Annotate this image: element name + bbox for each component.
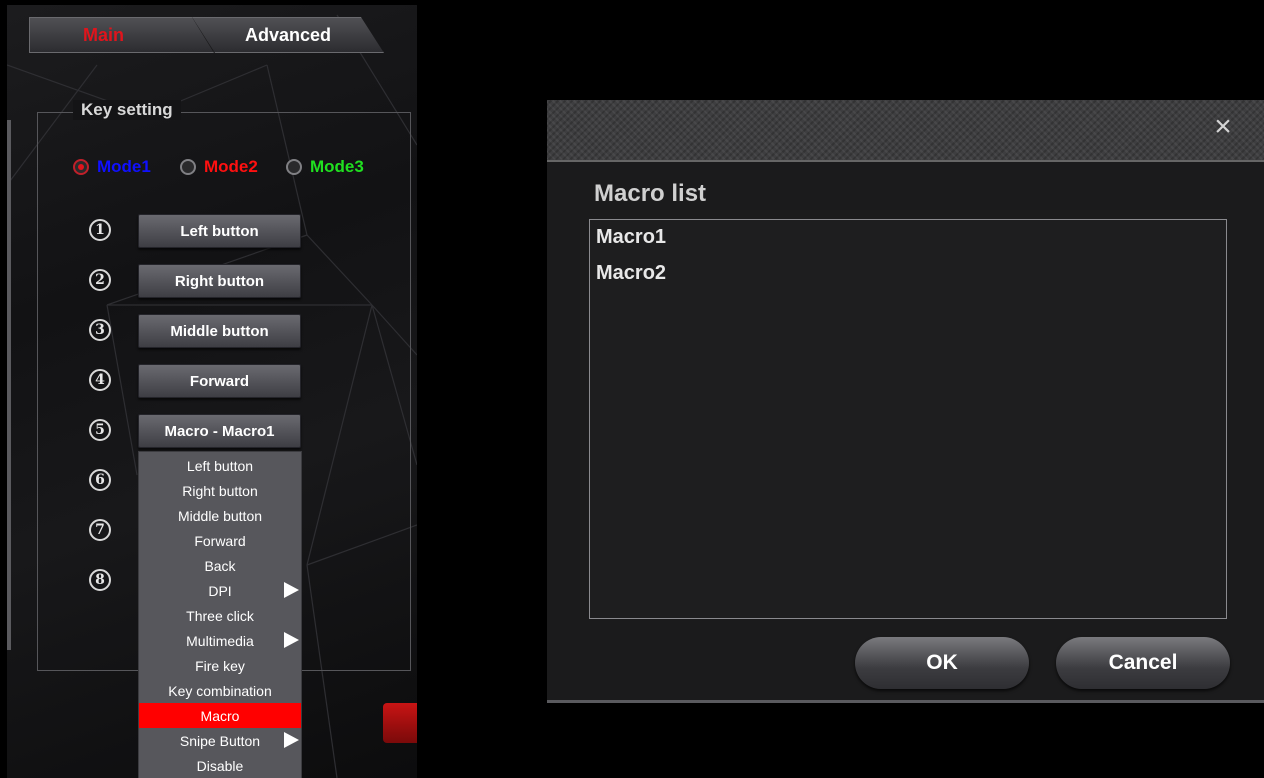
dropdown-item[interactable]: Middle button bbox=[139, 503, 301, 528]
apply-button[interactable] bbox=[383, 703, 417, 743]
tab-main-label: Main bbox=[82, 24, 124, 45]
settings-panel: Main Advanced Key setting Mode1 Mode2 Mo… bbox=[7, 5, 417, 778]
dropdown-item-snipe[interactable]: Snipe Button bbox=[139, 728, 301, 753]
key-button-1[interactable]: Left button bbox=[138, 214, 301, 248]
dropdown-item[interactable]: Forward bbox=[139, 528, 301, 553]
key-button-5[interactable]: Macro - Macro1 bbox=[138, 414, 301, 448]
mode3-radio[interactable]: Mode3 bbox=[286, 157, 364, 177]
radio-unchecked-icon bbox=[180, 159, 196, 175]
row-number-7: 7 bbox=[89, 519, 111, 541]
dropdown-item[interactable]: Three click bbox=[139, 603, 301, 628]
dropdown-item[interactable]: Fire key bbox=[139, 653, 301, 678]
macro-list-dialog: × Macro list Macro1 Macro2 OK Cancel bbox=[547, 100, 1264, 703]
radio-unchecked-icon bbox=[286, 159, 302, 175]
mode2-label: Mode2 bbox=[204, 157, 258, 176]
row-number-1: 1 bbox=[89, 219, 111, 241]
list-item[interactable]: Macro1 bbox=[596, 226, 666, 249]
dropdown-item-multimedia[interactable]: Multimedia bbox=[139, 628, 301, 653]
row-number-4: 4 bbox=[89, 369, 111, 391]
key-button-2[interactable]: Right button bbox=[138, 264, 301, 298]
key-button-3[interactable]: Middle button bbox=[138, 314, 301, 348]
ok-button[interactable]: OK bbox=[855, 637, 1029, 689]
mode1-radio[interactable]: Mode1 bbox=[73, 157, 151, 177]
row-number-3: 3 bbox=[89, 319, 111, 341]
dropdown-item-macro-selected[interactable]: Macro bbox=[139, 703, 301, 728]
dropdown-item-dpi[interactable]: DPI bbox=[139, 578, 301, 603]
panel-scrollbar[interactable] bbox=[7, 120, 11, 650]
submenu-arrow-icon bbox=[284, 632, 299, 648]
key-setting-title: Key setting bbox=[73, 100, 181, 120]
dropdown-item[interactable]: Disable bbox=[139, 753, 301, 778]
cancel-button[interactable]: Cancel bbox=[1056, 637, 1230, 689]
macro-listbox[interactable]: Macro1 Macro2 bbox=[589, 219, 1227, 619]
dropdown-item[interactable]: Key combination bbox=[139, 678, 301, 703]
dialog-title-bar bbox=[547, 100, 1264, 162]
key-function-dropdown: Left button Right button Middle button F… bbox=[138, 451, 302, 778]
list-item[interactable]: Macro2 bbox=[596, 262, 666, 285]
submenu-arrow-icon bbox=[284, 732, 299, 748]
radio-checked-icon bbox=[73, 159, 89, 175]
dropdown-item[interactable]: Left button bbox=[139, 453, 301, 478]
tab-advanced[interactable]: Advanced bbox=[192, 17, 384, 53]
tab-advanced-label: Advanced bbox=[244, 24, 332, 45]
submenu-arrow-icon bbox=[284, 582, 299, 598]
mode2-radio[interactable]: Mode2 bbox=[180, 157, 258, 177]
dropdown-item[interactable]: Right button bbox=[139, 478, 301, 503]
mode1-label: Mode1 bbox=[97, 157, 151, 176]
tab-main[interactable]: Main bbox=[29, 17, 214, 53]
close-icon[interactable]: × bbox=[1206, 110, 1240, 144]
dialog-title: Macro list bbox=[594, 180, 707, 207]
row-number-8: 8 bbox=[89, 569, 111, 591]
key-button-4[interactable]: Forward bbox=[138, 364, 301, 398]
mode3-label: Mode3 bbox=[310, 157, 364, 176]
row-number-6: 6 bbox=[89, 469, 111, 491]
dropdown-item[interactable]: Back bbox=[139, 553, 301, 578]
row-number-5: 5 bbox=[89, 419, 111, 441]
row-number-2: 2 bbox=[89, 269, 111, 291]
